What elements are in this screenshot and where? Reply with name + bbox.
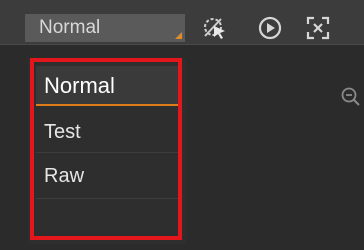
- dropdown-option-raw[interactable]: Raw: [36, 156, 182, 196]
- dropdown-option-normal[interactable]: Normal: [36, 66, 182, 106]
- dropdown-separator: [36, 152, 182, 153]
- cursor-crossed-icon[interactable]: [201, 14, 229, 42]
- mode-select-value: Normal: [39, 17, 101, 38]
- zoom-out-icon[interactable]: [340, 86, 362, 108]
- dropdown-option-test[interactable]: Test: [36, 112, 182, 152]
- play-icon[interactable]: [256, 14, 284, 42]
- mode-select[interactable]: Normal: [25, 14, 185, 42]
- dropdown-separator: [36, 198, 182, 199]
- fullscreen-icon[interactable]: [304, 14, 332, 42]
- toolbar: Normal: [0, 0, 364, 44]
- dropdown-caret-icon: [175, 32, 182, 39]
- mode-dropdown-menu: Normal Test Raw: [28, 58, 186, 244]
- toolbar-divider: [0, 44, 364, 45]
